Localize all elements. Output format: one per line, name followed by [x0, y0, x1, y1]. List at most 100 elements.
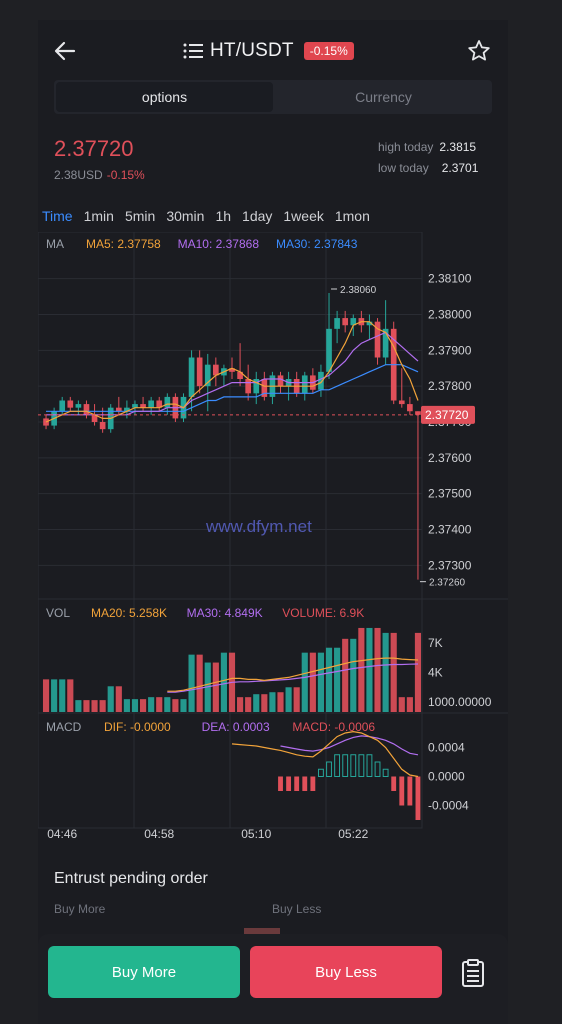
- candle-body: [75, 404, 82, 408]
- macd-bar: [334, 754, 341, 777]
- candle-body: [164, 396, 171, 408]
- volume-legend-item: VOL: [46, 606, 70, 620]
- period-1min[interactable]: 1min: [84, 208, 114, 224]
- candle-body: [398, 400, 405, 405]
- volume-bar: [334, 647, 341, 712]
- pair-title-group[interactable]: HT/USDT -0.15%: [182, 38, 354, 64]
- volume-bar: [123, 699, 130, 712]
- volume-tick-label: 4K: [428, 665, 443, 679]
- macd-bar: [399, 776, 405, 806]
- volume-bar: [285, 687, 292, 712]
- macd-bar: [407, 776, 413, 806]
- volume-bar: [237, 697, 244, 712]
- last-price: 2.37720: [54, 136, 134, 161]
- macd-bar: [358, 754, 365, 777]
- volume-bar: [156, 697, 163, 712]
- volume-bar: [180, 699, 187, 712]
- candle-body: [245, 379, 251, 394]
- low-today-label: low today: [378, 161, 429, 175]
- period-time[interactable]: Time: [42, 208, 73, 224]
- volume-bar: [390, 632, 397, 712]
- buy-less-button[interactable]: Buy Less: [250, 946, 442, 998]
- tab-options[interactable]: options: [56, 82, 273, 112]
- period-30min[interactable]: 30min: [166, 208, 204, 224]
- arrow-left-icon[interactable]: [52, 38, 78, 64]
- time-axis-label: 04:58: [144, 827, 174, 841]
- macd-tick-label: 0.0000: [428, 770, 465, 784]
- candle-body: [59, 400, 66, 412]
- volume-bar: [131, 699, 139, 712]
- volume-bar: [350, 638, 357, 712]
- volume-bar: [317, 652, 325, 712]
- volume-bar: [196, 654, 203, 712]
- current-price-label: 2.37720: [425, 408, 469, 422]
- volume-bar: [107, 686, 114, 712]
- price-tick-label: 2.37500: [428, 487, 472, 501]
- candle-body: [67, 400, 74, 408]
- period-selector: Time 1min 5min 30min 1h 1day 1week 1mon: [42, 208, 370, 224]
- price-change: -0.15%: [106, 168, 145, 182]
- volume-legend-item: VOLUME: 6.9K: [282, 606, 364, 620]
- macd-bar: [294, 776, 300, 791]
- sell-column-label: Buy Less: [272, 902, 322, 916]
- time-axis-label: 05:22: [338, 827, 368, 841]
- macd-tick-label: 0.0004: [428, 741, 465, 755]
- volume-bar: [366, 627, 373, 712]
- macd-bar: [318, 768, 324, 777]
- tab-currency[interactable]: Currency: [275, 80, 492, 114]
- volume-bar: [261, 694, 268, 712]
- kline-chart[interactable]: 2.381002.380002.379002.378002.377002.376…: [38, 232, 508, 844]
- candle-body: [334, 318, 340, 329]
- volume-bar: [115, 686, 122, 712]
- volume-bar: [269, 692, 276, 712]
- volume-bar: [42, 679, 50, 712]
- period-1h[interactable]: 1h: [215, 208, 231, 224]
- ma-legend-item: MA30: 2.37843: [276, 237, 358, 251]
- high-annotation: 2.38060: [340, 285, 377, 296]
- ma-legend-item: MA10: 2.37868: [178, 237, 260, 251]
- candle-body: [83, 404, 90, 415]
- volume-tick-label: 1000.00000: [428, 695, 492, 709]
- volume-bar: [51, 679, 58, 712]
- macd-bar: [310, 776, 316, 791]
- macd-bar: [342, 754, 349, 777]
- clipboard-list-icon[interactable]: [458, 958, 488, 988]
- list-icon: [183, 43, 203, 59]
- high-today-value: 2.3815: [439, 140, 477, 154]
- macd-tick-label: -0.0004: [428, 799, 469, 813]
- app-frame: HT/USDT -0.15% options Currency 2.37720 …: [38, 20, 508, 1024]
- macd-bar: [302, 776, 308, 791]
- high-today: high today 2.3815: [378, 140, 476, 154]
- macd-bar: [286, 776, 292, 791]
- volume-bar: [406, 697, 413, 712]
- macd-bar: [278, 776, 283, 791]
- header: HT/USDT -0.15%: [38, 20, 508, 82]
- price-tick-label: 2.37300: [428, 558, 472, 572]
- macd-bar: [382, 768, 389, 777]
- action-bar: Buy More Buy Less: [38, 934, 508, 1024]
- volume-bar: [277, 692, 284, 712]
- change-badge: -0.15%: [303, 42, 354, 60]
- pending-orders-title: Entrust pending order: [54, 870, 208, 887]
- period-5min[interactable]: 5min: [125, 208, 155, 224]
- volume-bar: [212, 662, 219, 712]
- volume-bar: [382, 632, 389, 712]
- macd-bar: [374, 761, 381, 777]
- dif-line: [231, 730, 419, 778]
- candle-body: [277, 375, 284, 387]
- volume-tick-label: 7K: [428, 636, 443, 650]
- candle-body: [342, 318, 349, 326]
- volume-bar: [309, 652, 316, 712]
- buy-more-button[interactable]: Buy More: [48, 946, 240, 998]
- star-icon[interactable]: [466, 38, 492, 64]
- volume-bar: [172, 699, 179, 712]
- watermark: www.dfym.net: [205, 517, 312, 536]
- candle-body: [213, 364, 219, 376]
- price-tick-label: 2.37800: [428, 379, 472, 393]
- volume-bar: [245, 697, 252, 712]
- price-tick-label: 2.38000: [428, 308, 472, 322]
- period-1mon[interactable]: 1mon: [335, 208, 370, 224]
- period-1week[interactable]: 1week: [283, 208, 323, 224]
- period-1day[interactable]: 1day: [242, 208, 272, 224]
- price-tick-label: 2.38100: [428, 272, 472, 286]
